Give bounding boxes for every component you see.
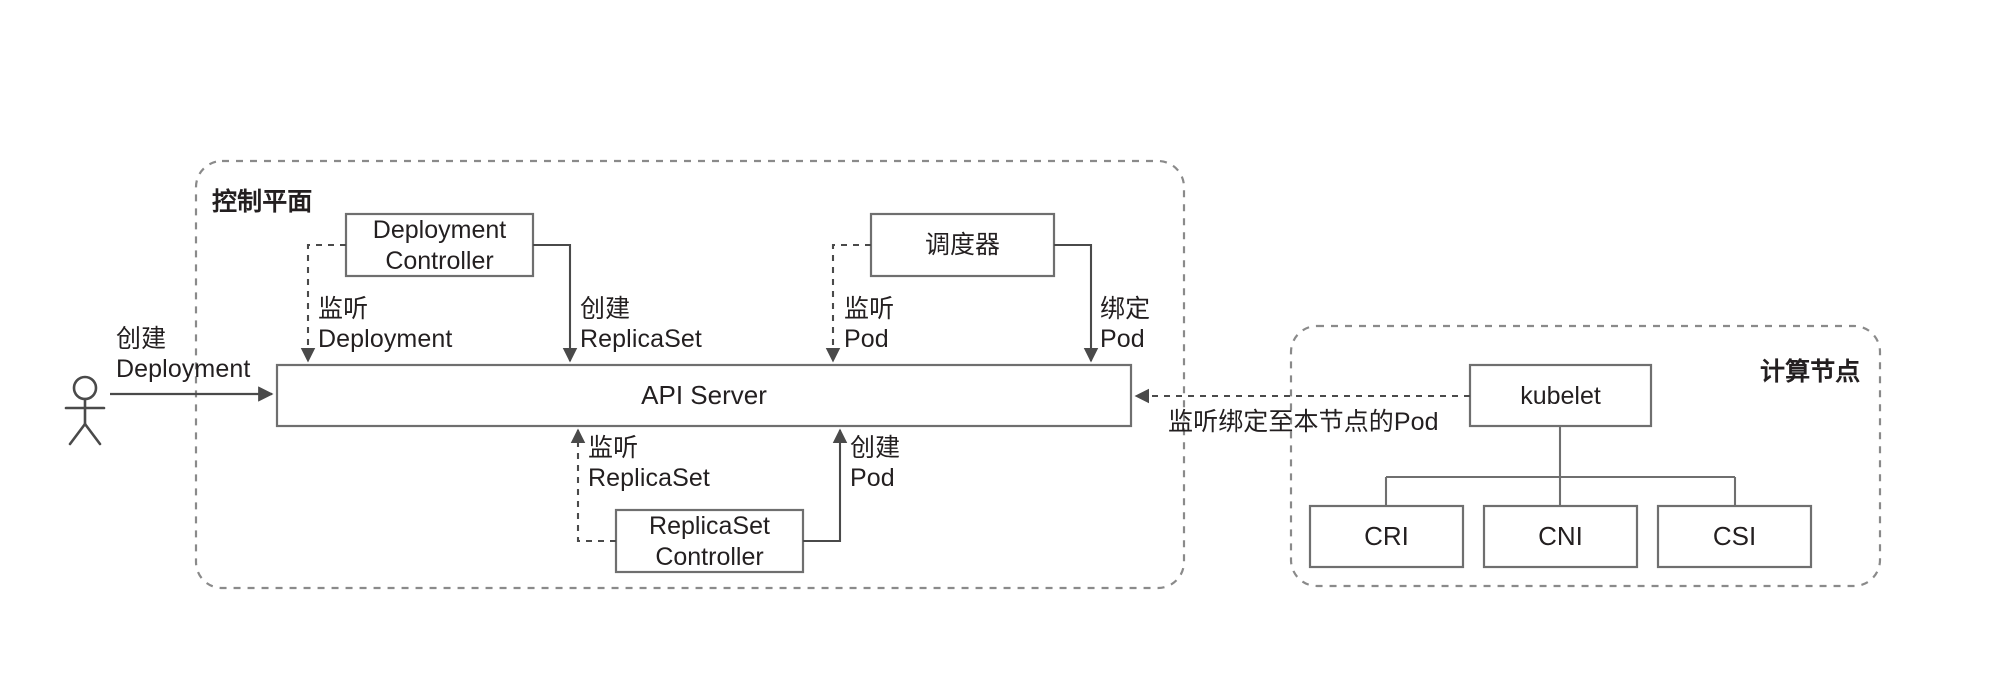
- edge-label-bind-pod-line2: Pod: [1100, 325, 1145, 353]
- edge-label-watch-deployment-line2: Deployment: [318, 325, 453, 353]
- edge-label-create-replicaset-line1: 创建: [580, 295, 631, 323]
- edge-bind-pod: [1054, 243, 1099, 363]
- edge-create-replicaset: [533, 243, 578, 363]
- edge-label-bind-pod-line1: 绑定: [1100, 295, 1151, 323]
- kubelet-box[interactable]: [1468, 363, 1653, 428]
- edge-create-pod: [803, 428, 848, 543]
- edge-label-create-replicaset-line2: ReplicaSet: [580, 325, 702, 353]
- edge-label-watch-deployment-line1: 监听: [318, 295, 369, 323]
- edge-label-watch-replicaset-line2: ReplicaSet: [588, 464, 710, 492]
- edge-label-create-pod-line2: Pod: [850, 464, 895, 492]
- replicaset-controller-box[interactable]: [614, 508, 805, 574]
- edge-label-watch-replicaset-line1: 监听: [588, 434, 639, 462]
- compute-node-title: 计算节点: [1760, 358, 1861, 386]
- edge-label-watch-pod-line1: 监听: [844, 295, 895, 323]
- edge-label-watch-pod-line2: Pod: [844, 325, 889, 353]
- edge-label-watch-bound-pods: 监听绑定至本节点的Pod: [1168, 408, 1439, 436]
- api-server-box[interactable]: [275, 363, 1133, 428]
- control-plane-title: 控制平面: [212, 188, 313, 216]
- diagram-vector-layer: [64, 159, 1882, 590]
- actor-action-line2: Deployment: [116, 355, 251, 383]
- scheduler-box[interactable]: [869, 212, 1056, 278]
- edge-label-create-pod-line1: 创建: [850, 434, 901, 462]
- cri-box[interactable]: [1308, 504, 1465, 569]
- deployment-controller-box[interactable]: [344, 212, 535, 278]
- actor-action-line1: 创建: [116, 325, 167, 353]
- user-actor-icon: [64, 375, 106, 446]
- cni-box[interactable]: [1482, 504, 1639, 569]
- csi-box[interactable]: [1656, 504, 1813, 569]
- diagram-canvas: 控制平面 计算节点 创建 Deployment API Server Deplo…: [0, 0, 1994, 684]
